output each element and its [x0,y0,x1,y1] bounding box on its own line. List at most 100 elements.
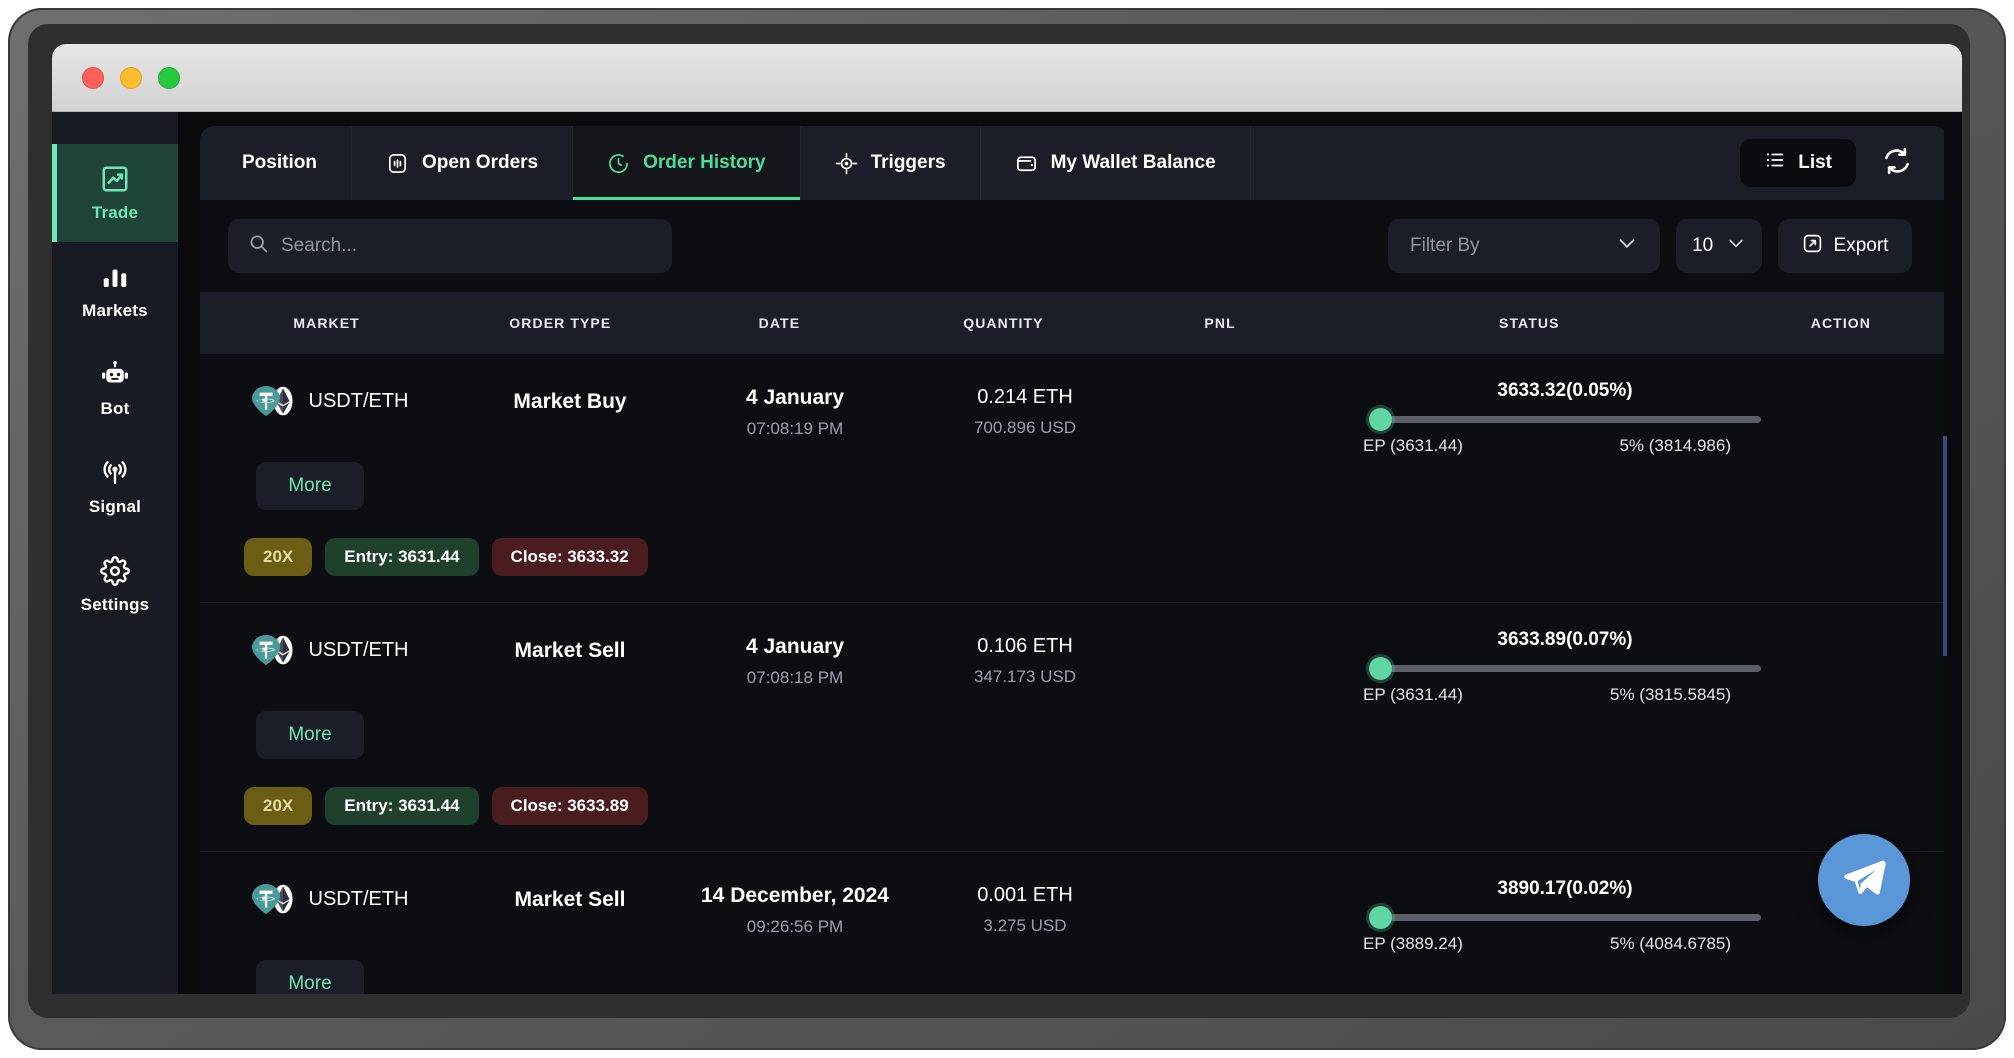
tab-label: Position [242,152,317,174]
usdt-icon [252,386,280,416]
row-market-cell: USDT/ETH [200,380,460,416]
filter-by-label: Filter By [1410,235,1480,257]
row-order-type: Market Sell [460,629,680,663]
row-quantity-usd: 347.173 USD [910,667,1140,687]
telegram-send-icon [1840,854,1888,907]
target-icon [835,152,858,175]
close-badge: Close: 3633.89 [492,787,648,825]
usdt-icon [252,635,280,665]
broadcast-icon [100,458,130,488]
page-size-select[interactable]: 10 [1676,219,1762,273]
status-progress-knob[interactable] [1369,906,1392,929]
tab-label: My Wallet Balance [1051,152,1216,174]
table-row: USDT/ETH Market Sell 14 December, 2024 0… [200,852,1948,994]
search-box[interactable] [228,219,672,273]
column-header-status: STATUS [1325,315,1734,331]
row-date-cell: 14 December, 2024 09:26:56 PM [680,878,910,937]
row-quantity-cell: 0.106 ETH 347.173 USD [910,629,1140,687]
market-label: USDT/ETH [309,639,409,662]
orders-icon [386,152,409,175]
status-progress-knob[interactable] [1369,657,1392,680]
column-header-action: ACTION [1734,315,1948,331]
tab-bar: Position Open Orders [200,126,1948,200]
clock-icon [607,152,630,175]
tab-position[interactable]: Position [200,126,352,200]
list-view-button[interactable]: List [1740,139,1856,187]
page-size-value: 10 [1692,235,1713,257]
telegram-chat-button[interactable] [1818,834,1910,926]
filter-by-select[interactable]: Filter By [1388,219,1660,273]
sidebar-item-bot[interactable]: Bot [52,340,178,438]
status-progress-knob[interactable] [1369,408,1392,431]
external-link-icon [1802,233,1823,260]
coin-pair-icons [252,386,298,416]
refresh-icon [1882,146,1912,181]
search-input[interactable] [281,235,652,257]
coin-pair-icons [252,635,298,665]
wallet-icon [1015,152,1038,175]
row-date: 4 January [680,635,910,659]
more-button[interactable]: More [256,960,364,994]
more-button[interactable]: More [256,711,364,759]
status-range-left: EP (3631.44) [1363,685,1463,705]
refresh-button[interactable] [1882,146,1912,181]
status-range-right: 5% (4084.6785) [1610,934,1731,954]
row-date: 4 January [680,386,910,410]
tab-label: Triggers [871,152,946,174]
close-button[interactable] [82,67,104,89]
status-progress-track[interactable] [1369,665,1761,672]
table-toolbar: Filter By 10 [200,200,1948,292]
app-body: Trade Markets [52,112,1962,994]
row-badges: 20X Entry: 3631.44 Close: 3633.32 [200,510,1948,602]
row-market-cell: USDT/ETH [200,878,460,914]
usdt-icon [252,884,280,914]
status-progress-track[interactable] [1369,416,1761,423]
market-label: USDT/ETH [309,390,409,413]
coin-pair-icons [252,884,298,914]
export-button[interactable]: Export [1778,219,1912,273]
tab-order-history[interactable]: Order History [573,126,800,200]
row-time: 07:08:18 PM [680,668,910,688]
row-date: 14 December, 2024 [680,884,910,908]
status-range-right: 5% (3815.5845) [1610,685,1731,705]
table-header-row: MARKET ORDER TYPE DATE QUANTITY PNL STAT… [200,292,1948,354]
main-content: Position Open Orders [178,112,1962,994]
app-window: Trade Markets [52,44,1962,994]
chevron-down-icon [1616,232,1638,260]
tab-label: Open Orders [422,152,538,174]
bar-chart-icon [100,262,130,292]
row-quantity: 0.001 ETH [910,884,1140,907]
more-button[interactable]: More [256,462,364,510]
row-market-cell: USDT/ETH [200,629,460,665]
sidebar-item-label: Markets [82,301,148,321]
status-range-left: EP (3631.44) [1363,436,1463,456]
market-label: USDT/ETH [309,888,409,911]
panel-scrollbar[interactable] [1944,126,1948,994]
scrollbar-thumb[interactable] [1943,436,1947,656]
row-order-type: Market Sell [460,878,680,912]
tab-open-orders[interactable]: Open Orders [352,126,573,200]
table-row: USDT/ETH Market Buy 4 January 07:08:19 P… [200,354,1948,603]
tab-label: Order History [643,152,765,174]
status-range-labels: EP (3631.44) 5% (3815.5845) [1363,685,1761,705]
status-progress-track[interactable] [1369,914,1761,921]
tabbar-actions: List [1740,126,1948,200]
row-quantity-usd: 700.896 USD [910,418,1140,438]
column-header-market: MARKET [200,315,453,331]
chart-trending-up-icon [100,164,130,194]
tab-triggers[interactable]: Triggers [801,126,981,200]
window-titlebar [52,44,1962,112]
row-time: 09:26:56 PM [680,917,910,937]
status-range-labels: EP (3631.44) 5% (3814.986) [1363,436,1761,456]
maximize-button[interactable] [158,67,180,89]
sidebar-item-signal[interactable]: Signal [52,438,178,536]
orders-panel: Position Open Orders [200,126,1948,994]
minimize-button[interactable] [120,67,142,89]
tab-my-wallet-balance[interactable]: My Wallet Balance [981,126,1251,200]
row-date-cell: 4 January 07:08:19 PM [680,380,910,439]
sidebar-item-markets[interactable]: Markets [52,242,178,340]
sidebar-item-trade[interactable]: Trade [52,144,178,242]
entry-badge: Entry: 3631.44 [325,787,478,825]
sidebar-item-settings[interactable]: Settings [52,536,178,634]
sidebar-item-label: Bot [101,399,130,419]
